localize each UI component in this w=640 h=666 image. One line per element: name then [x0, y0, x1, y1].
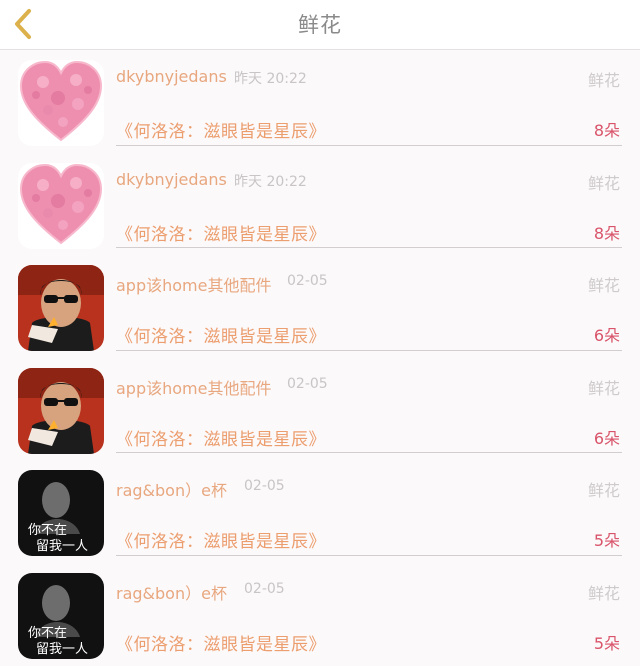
gift-count: 6朵	[594, 425, 620, 449]
username[interactable]: dkybnyjedans	[116, 67, 227, 86]
top-bar: 鲜花	[0, 0, 640, 50]
timestamp: 昨天 20:22	[234, 68, 307, 88]
divider	[116, 145, 622, 146]
song-title[interactable]: 《何洛洛：滋眼皆是星辰》	[116, 630, 326, 655]
gift-label: 鲜花	[588, 170, 620, 194]
username[interactable]: app该home其他配件	[116, 272, 271, 296]
gift-count: 5朵	[594, 630, 620, 654]
gift-label: 鲜花	[588, 67, 620, 91]
gift-count: 6朵	[594, 322, 620, 346]
heart-avatar[interactable]	[18, 163, 104, 249]
gift-label: 鲜花	[588, 580, 620, 604]
divider	[116, 452, 622, 453]
bw-avatar[interactable]: 你不在 留我一人	[18, 470, 104, 556]
divider	[116, 350, 622, 351]
divider	[116, 555, 622, 556]
gift-record-list: dkybnyjedans 昨天 20:22 鲜花 《何洛洛：滋眼皆是星辰》 8朵…	[0, 51, 640, 666]
list-item[interactable]: 你不在 留我一人 rag&bon）e杯 02-05 鲜花 《何洛洛：滋眼皆是星辰…	[0, 461, 640, 564]
gift-count: 8朵	[594, 117, 620, 141]
list-item[interactable]: 你不在 留我一人 rag&bon）e杯 02-05 鲜花 《何洛洛：滋眼皆是星辰…	[0, 564, 640, 666]
timestamp: 02-05	[244, 478, 285, 494]
gift-count: 8朵	[594, 220, 620, 244]
avatar-caption-2: 留我一人	[36, 642, 88, 657]
username[interactable]: rag&bon）e杯	[116, 477, 227, 501]
song-title[interactable]: 《何洛洛：滋眼皆是星辰》	[116, 220, 326, 245]
song-title[interactable]: 《何洛洛：滋眼皆是星辰》	[116, 425, 326, 450]
username[interactable]: app该home其他配件	[116, 375, 271, 399]
man-avatar[interactable]	[18, 368, 104, 454]
gift-count: 5朵	[594, 527, 620, 551]
song-title[interactable]: 《何洛洛：滋眼皆是星辰》	[116, 527, 326, 552]
username[interactable]: rag&bon）e杯	[116, 580, 227, 604]
list-item[interactable]: app该home其他配件 02-05 鲜花 《何洛洛：滋眼皆是星辰》 6朵	[0, 256, 640, 359]
timestamp: 02-05	[287, 376, 328, 392]
bw-avatar[interactable]: 你不在 留我一人	[18, 573, 104, 659]
gift-label: 鲜花	[588, 272, 620, 296]
avatar-caption-1: 你不在	[28, 626, 67, 641]
timestamp: 02-05	[287, 273, 328, 289]
heart-avatar[interactable]	[18, 60, 104, 146]
gift-label: 鲜花	[588, 477, 620, 501]
timestamp: 02-05	[244, 581, 285, 597]
avatar-caption-2: 留我一人	[36, 539, 88, 554]
divider	[116, 247, 622, 248]
list-item[interactable]: dkybnyjedans 昨天 20:22 鲜花 《何洛洛：滋眼皆是星辰》 8朵	[0, 51, 640, 154]
list-item[interactable]: app该home其他配件 02-05 鲜花 《何洛洛：滋眼皆是星辰》 6朵	[0, 359, 640, 462]
gift-label: 鲜花	[588, 375, 620, 399]
list-item[interactable]: dkybnyjedans 昨天 20:22 鲜花 《何洛洛：滋眼皆是星辰》 8朵	[0, 154, 640, 257]
man-avatar[interactable]	[18, 265, 104, 351]
page-title: 鲜花	[0, 0, 640, 50]
timestamp: 昨天 20:22	[234, 171, 307, 191]
avatar-caption-1: 你不在	[28, 523, 67, 538]
song-title[interactable]: 《何洛洛：滋眼皆是星辰》	[116, 322, 326, 347]
username[interactable]: dkybnyjedans	[116, 170, 227, 189]
song-title[interactable]: 《何洛洛：滋眼皆是星辰》	[116, 117, 326, 142]
